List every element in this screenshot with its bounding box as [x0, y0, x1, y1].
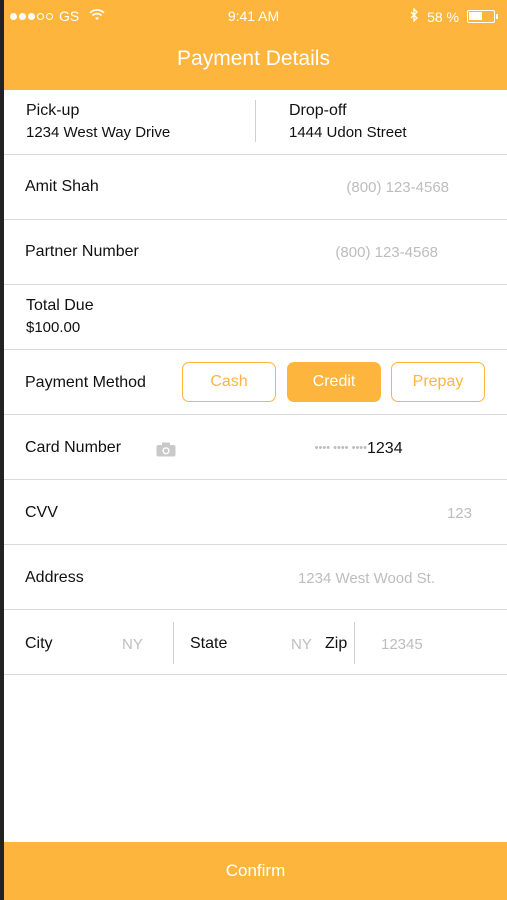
- total-amount: $100.00: [26, 319, 81, 336]
- contact-phone[interactable]: (800) 123-4568: [346, 179, 449, 196]
- prepay-button[interactable]: Prepay: [391, 362, 485, 402]
- battery-fill: [469, 12, 482, 20]
- cvv-field[interactable]: 123: [447, 505, 472, 522]
- contact-name: Amit Shah: [25, 178, 99, 195]
- total-label: Total Due: [26, 297, 94, 314]
- route-divider: [255, 100, 256, 142]
- city-label: City: [25, 635, 53, 652]
- header-bar: GS 9:41 AM 58 % Payment Details: [0, 0, 507, 90]
- route-row: Pick-up 1234 West Way Drive Drop-off 144…: [4, 90, 507, 155]
- address-label: Address: [25, 569, 84, 586]
- card-mask: •••• •••• ••••: [314, 442, 367, 454]
- status-bar: GS 9:41 AM 58 %: [0, 0, 507, 32]
- payment-method-row: Payment Method Cash Credit Prepay: [4, 350, 507, 415]
- zip-divider: [354, 622, 355, 664]
- state-label: State: [190, 635, 228, 652]
- dropoff-address[interactable]: 1444 Udon Street: [289, 124, 407, 141]
- pickup-label: Pick-up: [26, 102, 80, 119]
- city-divider: [173, 622, 174, 664]
- card-label: Card Number: [25, 439, 122, 456]
- payment-method-label: Payment Method: [25, 374, 146, 391]
- cvv-row[interactable]: CVV 123: [4, 480, 507, 545]
- state-field[interactable]: NY: [291, 636, 312, 653]
- camera-icon[interactable]: [156, 442, 176, 457]
- battery-percent: 58 %: [427, 8, 459, 25]
- card-last4[interactable]: 1234: [367, 440, 403, 458]
- page-title: Payment Details: [177, 47, 330, 70]
- pickup-address[interactable]: 1234 West Way Drive: [26, 124, 170, 141]
- city-field[interactable]: NY: [122, 636, 143, 653]
- payment-screen: GS 9:41 AM 58 % Payment Details Pick-up …: [0, 0, 507, 900]
- battery-icon: [467, 10, 498, 23]
- zip-field[interactable]: 12345: [381, 636, 423, 653]
- dropoff-label: Drop-off: [289, 102, 347, 119]
- location-row: City NY State NY Zip 12345: [4, 610, 507, 675]
- left-edge: [0, 0, 4, 900]
- partner-phone[interactable]: (800) 123-4568: [335, 244, 438, 261]
- partner-row[interactable]: Partner Number (800) 123-4568: [4, 220, 507, 285]
- status-right: 58 %: [410, 7, 498, 25]
- contact-row[interactable]: Amit Shah (800) 123-4568: [4, 155, 507, 220]
- address-field[interactable]: 1234 West Wood St.: [298, 570, 435, 587]
- cash-button[interactable]: Cash: [182, 362, 276, 402]
- address-row[interactable]: Address 1234 West Wood St.: [4, 545, 507, 610]
- confirm-button[interactable]: Confirm: [4, 842, 507, 900]
- card-row[interactable]: Card Number •••• •••• •••• 1234: [4, 415, 507, 480]
- bluetooth-icon: [410, 7, 419, 25]
- zip-label: Zip: [325, 635, 348, 652]
- cvv-label: CVV: [25, 504, 58, 521]
- credit-button[interactable]: Credit: [287, 362, 381, 402]
- total-row: Total Due $100.00: [4, 285, 507, 350]
- partner-label: Partner Number: [25, 243, 139, 260]
